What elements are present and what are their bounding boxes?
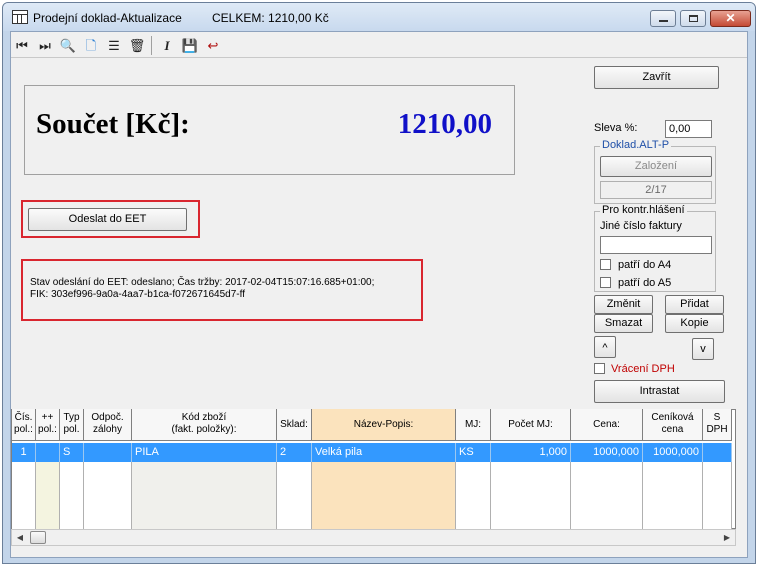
smazat-button[interactable]: Smazat	[594, 314, 653, 333]
close-icon: ✕	[725, 11, 736, 25]
empty-col	[84, 462, 132, 529]
kopie-button[interactable]: Kopie	[665, 314, 724, 333]
col-header-sklad[interactable]: Sklad:	[277, 409, 312, 441]
empty-col	[132, 462, 277, 529]
document-counter: 2/17	[600, 181, 712, 199]
empty-col	[456, 462, 491, 529]
search-icon[interactable]: 🔍	[59, 37, 77, 54]
row-mj[interactable]: KS	[456, 443, 491, 462]
a5-checkbox[interactable]	[600, 277, 611, 288]
empty-col	[36, 462, 60, 529]
minimize-button[interactable]	[650, 10, 676, 27]
empty-col	[643, 462, 703, 529]
eet-status-text: Stav odeslání do EET: odeslano; Čas tržb…	[30, 277, 375, 300]
window-title: Prodejní doklad-Aktualizace	[33, 11, 182, 25]
col-header-cena[interactable]: Cena:	[571, 409, 643, 441]
row-odpoc-zalohy[interactable]	[84, 443, 132, 462]
a4-checkbox[interactable]	[600, 259, 611, 270]
row-s-dph[interactable]	[703, 443, 732, 462]
jine-cislo-input[interactable]	[600, 236, 712, 254]
col-header-s-dph[interactable]: S DPH	[703, 409, 732, 441]
col-header-odpoc-zalohy[interactable]: Odpoč. zálohy	[84, 409, 132, 441]
maximize-button[interactable]	[680, 10, 706, 27]
empty-col	[491, 462, 571, 529]
save-icon[interactable]: 💾	[181, 37, 199, 54]
zmenit-button[interactable]: Změnit	[594, 295, 653, 314]
list-icon[interactable]: ☰	[105, 37, 123, 54]
kontrol-group-title: Pro kontr.hlášení	[600, 204, 687, 216]
col-header-kod-zbozi[interactable]: Kód zboží (fakt. položky):	[132, 409, 277, 441]
window-table-icon	[12, 10, 28, 24]
row-cis-pol[interactable]: 1	[12, 443, 36, 462]
scroll-right-icon[interactable]: ▶	[721, 531, 733, 544]
row-kod-zbozi[interactable]: PILA	[132, 443, 277, 462]
row-cenikova-cena[interactable]: 1000,000	[643, 443, 703, 462]
row-pocet-mj[interactable]: 1,000	[491, 443, 571, 462]
undo-icon[interactable]: ↩	[204, 37, 222, 54]
new-document-icon[interactable]: 🗋	[82, 37, 100, 54]
col-header-cis-pol[interactable]: Čís. pol.:	[12, 409, 36, 441]
discount-input[interactable]: 0,00	[665, 120, 712, 138]
last-record-icon[interactable]: ⏭	[36, 37, 54, 54]
window-total: CELKEM: 1210,00 Kč	[212, 11, 329, 25]
close-window-button[interactable]: ✕	[710, 10, 751, 27]
scroll-thumb[interactable]	[30, 531, 46, 544]
vraceni-dph-checkbox[interactable]	[594, 363, 605, 374]
empty-col	[60, 462, 84, 529]
maximize-icon	[689, 15, 698, 22]
jine-cislo-label: Jiné číslo faktury	[600, 220, 682, 232]
row-nazev-popis[interactable]: Velká pila	[312, 443, 456, 462]
row-plus-pol[interactable]	[36, 443, 60, 462]
row-typ-pol[interactable]: S	[60, 443, 84, 462]
scroll-left-icon[interactable]: ◀	[14, 531, 26, 544]
minimize-icon	[659, 20, 668, 22]
sum-label: Součet [Kč]:	[36, 108, 190, 140]
pridat-button[interactable]: Přidat	[665, 295, 724, 314]
zalozeni-button[interactable]: Založení	[600, 156, 712, 177]
sum-value: 1210,00	[397, 108, 492, 140]
empty-col	[277, 462, 312, 529]
col-header-plus-pol[interactable]: ++ pol.:	[36, 409, 60, 441]
doklad-group-title[interactable]: Doklad.ALT-P	[600, 139, 672, 151]
row-cena[interactable]: 1000,000	[571, 443, 643, 462]
empty-col	[312, 462, 456, 529]
toolbar-separator	[151, 36, 152, 55]
empty-col	[703, 462, 732, 529]
col-header-pocet-mj[interactable]: Počet MJ:	[491, 409, 571, 441]
col-header-nazev-popis[interactable]: Název-Popis:	[312, 409, 456, 441]
italic-icon[interactable]: I	[158, 37, 176, 54]
horizontal-scrollbar[interactable]	[11, 529, 736, 546]
delete-icon[interactable]: 🗑	[128, 37, 146, 54]
discount-label: Sleva %:	[594, 122, 638, 134]
empty-col	[12, 462, 36, 529]
empty-col	[571, 462, 643, 529]
a4-label: patří do A4	[618, 259, 672, 271]
col-header-mj[interactable]: MJ:	[456, 409, 491, 441]
move-up-button[interactable]: ^	[594, 336, 616, 358]
row-sklad[interactable]: 2	[277, 443, 312, 462]
first-record-icon[interactable]: ⏮	[13, 37, 31, 54]
a5-label: patří do A5	[618, 277, 672, 289]
col-header-cenikova-cena[interactable]: Ceníková cena	[643, 409, 703, 441]
move-down-button[interactable]: v	[692, 338, 714, 360]
close-button[interactable]: Zavřít	[594, 66, 719, 89]
send-eet-button[interactable]: Odeslat do EET	[28, 208, 187, 231]
intrastat-button[interactable]: Intrastat	[594, 380, 725, 403]
vraceni-dph-label: Vrácení DPH	[611, 363, 675, 375]
col-header-typ-pol[interactable]: Typ pol.	[60, 409, 84, 441]
